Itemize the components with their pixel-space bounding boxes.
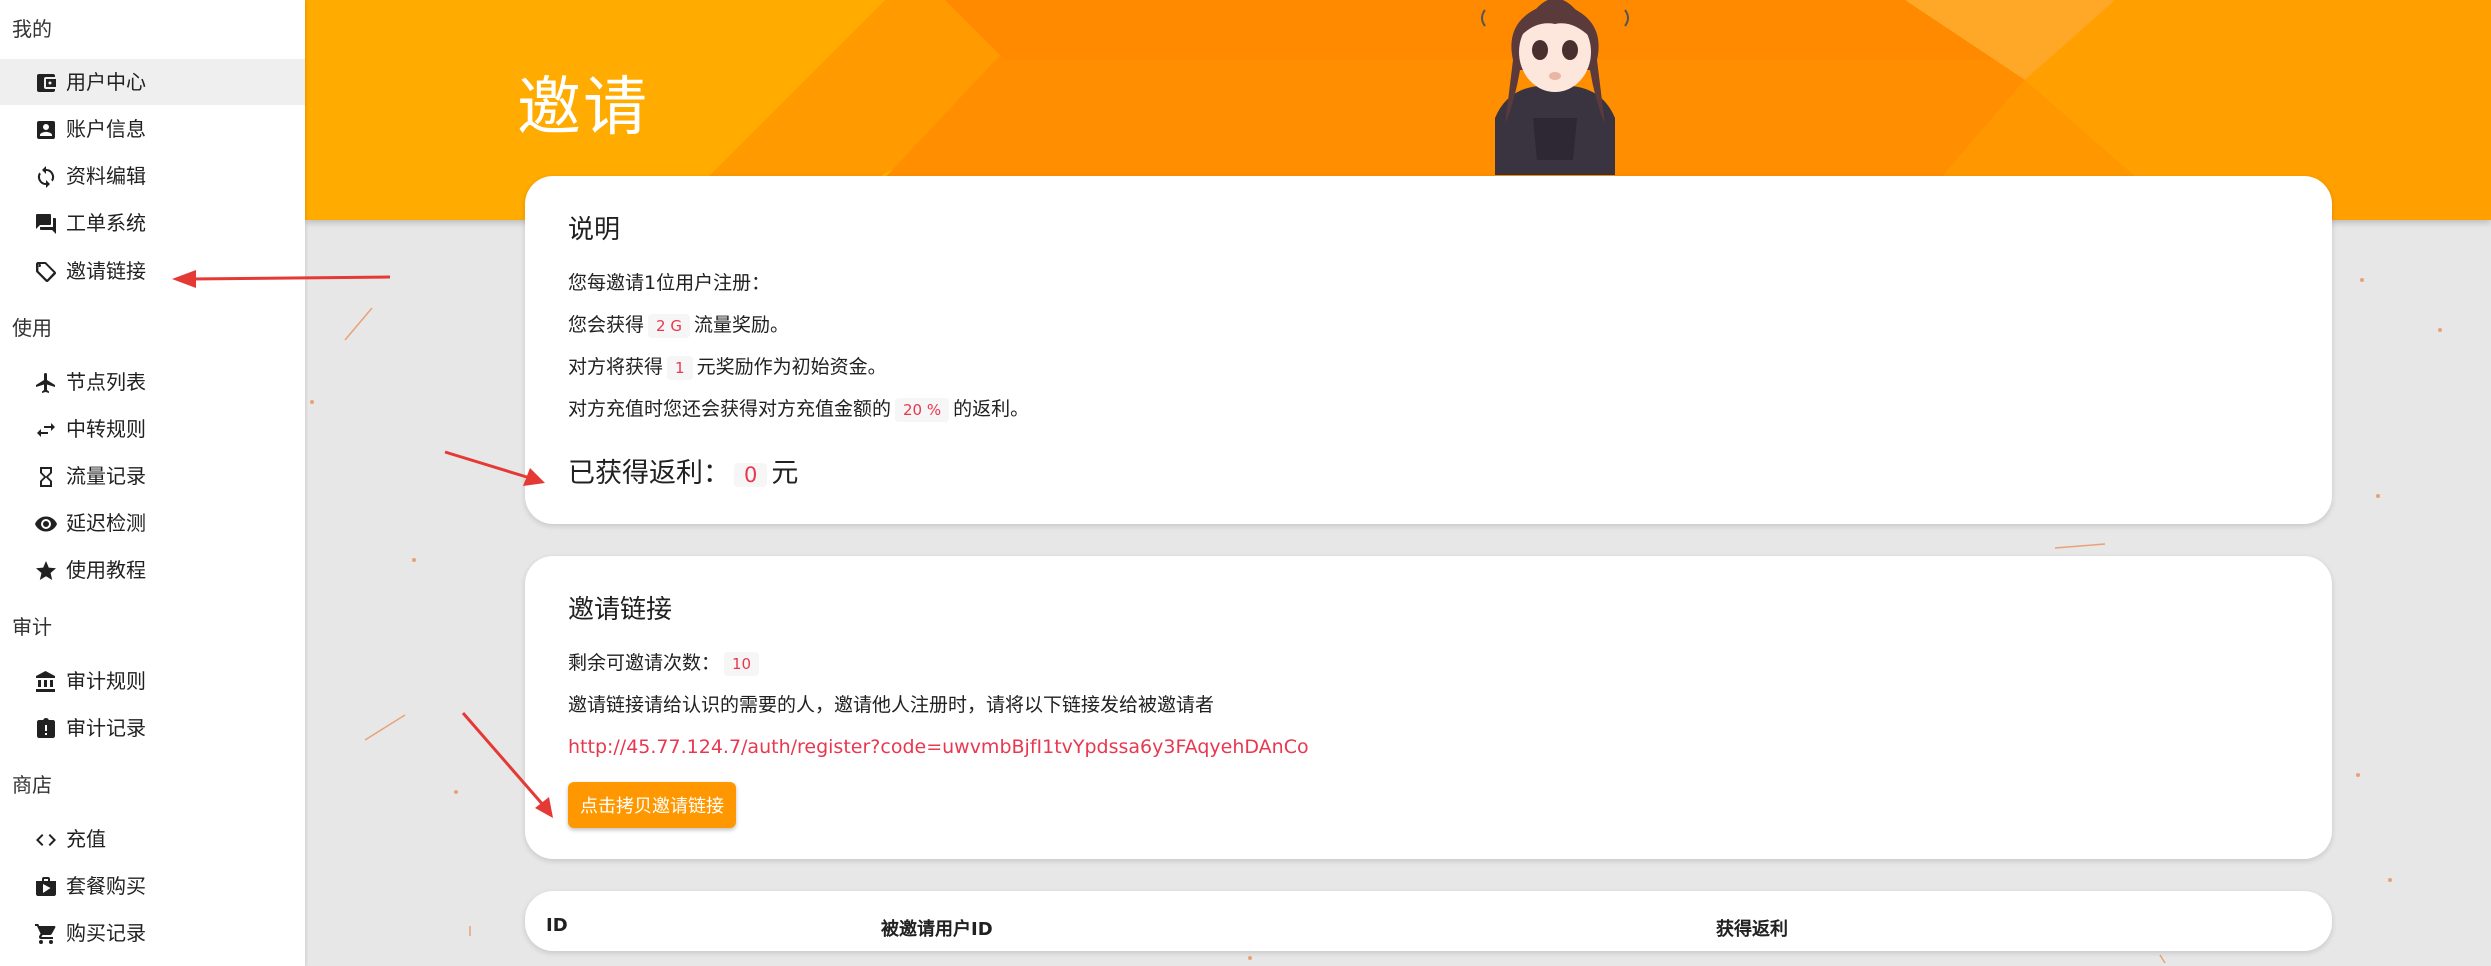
sidebar-item-label: 邀请链接 [66,259,146,283]
page-title: 邀请 [517,71,649,145]
sidebar-item-label: 使用教程 [66,558,146,582]
transfer-icon [34,418,58,442]
sidebar-item-ticket-system[interactable]: 工单系统 [0,200,305,246]
sidebar-item-audit-log[interactable]: 审计记录 [0,705,305,751]
account-box-icon [34,118,58,142]
remaining-invites-value: 10 [724,651,760,676]
explain-line-4-pre: 对方充值时您还会获得对方充值金额的 [568,398,892,420]
sidebar-item-label: 工单系统 [66,211,146,235]
earned-rebate-label: 已获得返利： [568,458,730,489]
explain-line-3-post: 元奖励作为初始资金。 [696,356,887,378]
earned-rebate-value: 0 [734,462,768,487]
explain-line-3: 对方将获得 1 元奖励作为初始资金。 [568,354,887,380]
table-header-id: ID [546,915,568,936]
sidebar-item-label: 节点列表 [66,370,146,394]
sidebar-item-traffic-log[interactable]: 流量记录 [0,453,305,499]
sidebar-item-latency-check[interactable]: 延迟检测 [0,500,305,546]
sidebar-item-tutorial[interactable]: 使用教程 [0,547,305,593]
sidebar-item-label: 套餐购买 [66,874,146,898]
invite-description: 邀请链接请给认识的需要的人，邀请他人注册时，请将以下链接发给被邀请者 [568,694,1215,716]
sidebar-item-relay-rules[interactable]: 中转规则 [0,406,305,452]
explain-line-3-pre: 对方将获得 [568,356,664,378]
sidebar-item-purchase-log[interactable]: 购买记录 [0,910,305,956]
sidebar-group-title: 审计 [12,615,52,639]
mascot-illustration [1481,0,1629,175]
sidebar-item-label: 购买记录 [66,921,146,945]
sidebar-item-label: 流量记录 [66,464,146,488]
earned-rebate-unit: 元 [771,458,799,489]
sync-icon [34,165,58,189]
sidebar-group-title: 我的 [12,17,52,41]
sidebar-item-label: 延迟检测 [66,511,146,535]
copy-invite-link-button[interactable]: 点击拷贝邀请链接 [568,782,736,828]
table-header-rebate: 获得返利 [1716,919,1788,940]
cart-icon [34,922,58,946]
code-icon [34,828,58,852]
sidebar: 我的 用户中心 账户信息 资料编辑 工单系统 邀请链接 使用 节点列表 中转规则… [0,0,305,966]
sidebar-group-title: 使用 [12,316,52,340]
earned-rebate-row: 已获得返利： 0 元 [568,456,798,492]
sidebar-item-account-info[interactable]: 账户信息 [0,106,305,152]
invite-records-table: ID 被邀请用户ID 获得返利 [525,891,2332,951]
forum-icon [34,212,58,236]
explain-line-2: 您会获得 2 G 流量奖励。 [568,312,789,338]
traffic-reward-badge: 2 G [648,313,690,338]
sidebar-item-node-list[interactable]: 节点列表 [0,359,305,405]
explain-line-2-post: 流量奖励。 [693,314,789,336]
sidebar-group-title: 商店 [12,773,52,797]
star-icon [34,559,58,583]
sidebar-item-label: 审计规则 [66,669,146,693]
sidebar-item-user-center[interactable]: 用户中心 [0,59,305,105]
sidebar-item-invite-link[interactable]: 邀请链接 [0,248,305,294]
rebate-percent-badge: 20 % [895,397,950,422]
sidebar-item-plan-purchase[interactable]: 套餐购买 [0,863,305,909]
explain-line-4-post: 的返利。 [953,398,1030,420]
shop-icon [34,875,58,899]
sidebar-item-recharge[interactable]: 充值 [0,816,305,862]
sidebar-item-label: 中转规则 [66,417,146,441]
explain-line-1-text: 您每邀请1位用户注册： [568,272,771,294]
explain-card-title: 说明 [568,215,621,245]
tag-icon [34,260,58,284]
wallet-icon [34,71,58,95]
sidebar-item-label: 用户中心 [66,70,146,94]
hourglass-icon [34,465,58,489]
invite-link-card: 邀请链接 剩余可邀请次数： 10 邀请链接请给认识的需要的人，邀请他人注册时，请将… [525,556,2332,859]
bank-icon [34,670,58,694]
invite-card-title: 邀请链接 [568,595,673,625]
remaining-invites-label: 剩余可邀请次数： [568,652,721,674]
alert-icon [34,717,58,741]
sidebar-item-label: 审计记录 [66,716,146,740]
explain-line-2-pre: 您会获得 [568,314,645,336]
initial-fund-badge: 1 [667,355,693,380]
sidebar-item-label: 资料编辑 [66,164,146,188]
sidebar-item-label: 账户信息 [66,117,146,141]
sidebar-item-label: 充值 [66,827,106,851]
sidebar-item-profile-edit[interactable]: 资料编辑 [0,153,305,199]
explain-card: 说明 您每邀请1位用户注册： 您会获得 2 G 流量奖励。 对方将获得 1 元奖励作为初… [525,176,2332,524]
eye-icon [34,512,58,536]
table-header-invitee-id: 被邀请用户ID [881,919,993,940]
explain-line-1: 您每邀请1位用户注册： [568,270,770,296]
explain-line-4: 对方充值时您还会获得对方充值金额的 20 % 的返利。 [568,396,1029,422]
remaining-invites-row: 剩余可邀请次数： 10 [568,650,763,676]
sidebar-item-audit-rules[interactable]: 审计规则 [0,658,305,704]
invite-link-url[interactable]: http://45.77.124.7/auth/register?code=uw… [568,734,1309,760]
airplane-icon [34,371,58,395]
